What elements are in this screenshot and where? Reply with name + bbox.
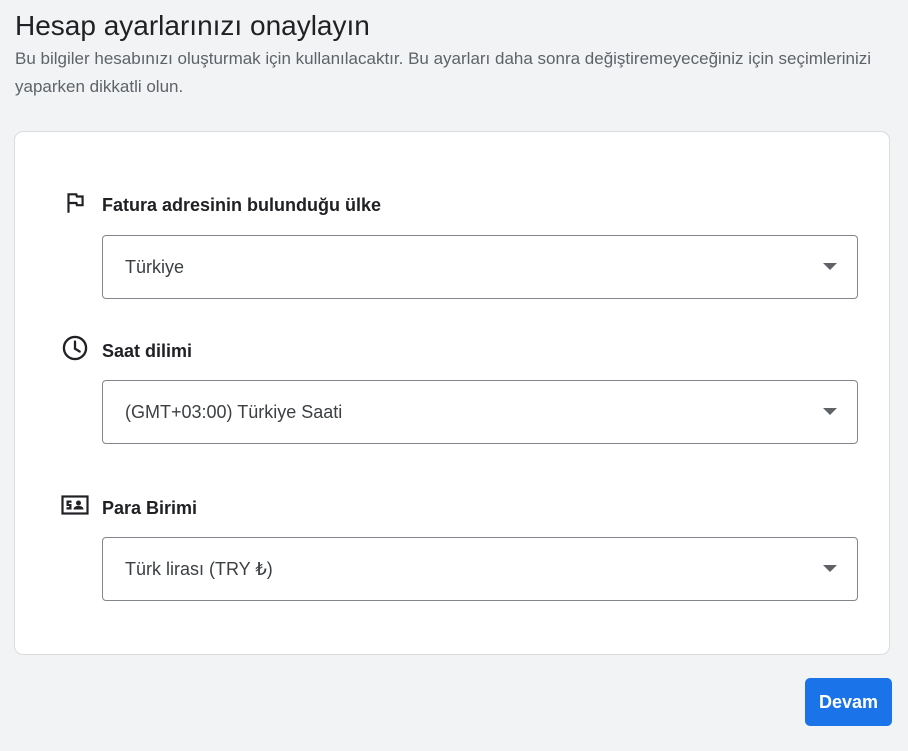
flag-icon bbox=[61, 189, 89, 217]
country-select[interactable]: Türkiye bbox=[102, 235, 858, 299]
dropdown-arrow-icon bbox=[823, 565, 837, 572]
currency-icon bbox=[61, 491, 89, 519]
page-description: Bu bilgiler hesabınızı oluşturmak için k… bbox=[15, 49, 872, 96]
currency-select-value: Türk lirası (TRY ₺) bbox=[125, 559, 273, 579]
dropdown-arrow-icon bbox=[823, 263, 837, 270]
currency-select[interactable]: Türk lirası (TRY ₺) bbox=[102, 537, 858, 601]
timezone-select-value: (GMT+03:00) Türkiye Saati bbox=[125, 402, 343, 422]
settings-card: Fatura adresinin bulunduğu ülke Türkiye … bbox=[14, 131, 890, 655]
clock-icon bbox=[61, 334, 89, 362]
dropdown-arrow-icon bbox=[823, 408, 837, 415]
timezone-select[interactable]: (GMT+03:00) Türkiye Saati bbox=[102, 380, 858, 444]
currency-label: Para Birimi bbox=[102, 498, 198, 518]
continue-button[interactable]: Devam bbox=[805, 678, 892, 726]
country-label: Fatura adresinin bulunduğu ülke bbox=[102, 195, 382, 215]
country-select-value: Türkiye bbox=[125, 257, 185, 277]
page-title: Hesap ayarlarınızı onaylayın bbox=[15, 10, 370, 41]
timezone-label: Saat dilimi bbox=[102, 341, 193, 361]
